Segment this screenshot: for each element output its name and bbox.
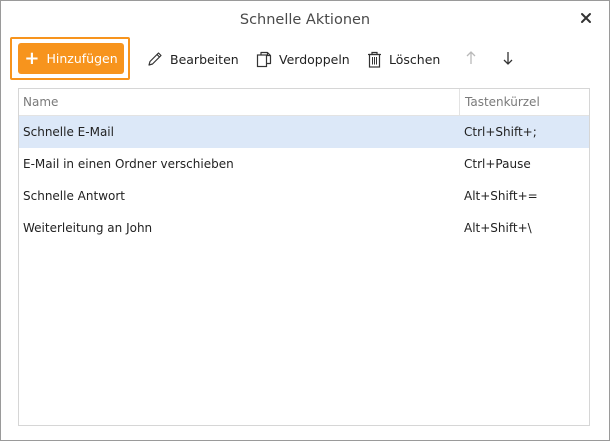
table-row[interactable]: Weiterleitung an John Alt+Shift+\ bbox=[19, 212, 589, 244]
move-up-arrow-icon[interactable] bbox=[464, 49, 478, 67]
quick-actions-dialog: Schnelle Aktionen + Hinzufügen Bearbeite… bbox=[0, 0, 610, 441]
row-shortcut: Ctrl+Pause bbox=[464, 157, 531, 171]
column-header-name[interactable]: Name bbox=[23, 89, 58, 116]
edit-button[interactable]: Bearbeiten bbox=[147, 47, 239, 71]
copy-icon bbox=[256, 51, 272, 67]
table-row[interactable]: E-Mail in einen Ordner verschieben Ctrl+… bbox=[19, 148, 589, 180]
table-header: Name Tastenkürzel bbox=[19, 89, 589, 116]
dialog-title: Schnelle Aktionen bbox=[239, 12, 371, 28]
column-header-shortcut[interactable]: Tastenkürzel bbox=[465, 89, 540, 116]
row-shortcut: Ctrl+Shift+; bbox=[464, 125, 537, 139]
table-row[interactable]: Schnelle E-Mail Ctrl+Shift+; bbox=[19, 116, 589, 148]
row-name: Weiterleitung an John bbox=[23, 221, 153, 235]
trash-icon bbox=[368, 51, 381, 68]
delete-button-label: Löschen bbox=[389, 51, 441, 67]
move-down-arrow-icon[interactable] bbox=[501, 49, 515, 67]
edit-button-label: Bearbeiten bbox=[170, 51, 239, 67]
toolbar: + Hinzufügen Bearbeiten Verdoppeln Lösch… bbox=[1, 37, 609, 81]
plus-icon: + bbox=[24, 47, 40, 69]
add-button[interactable]: + Hinzufügen bbox=[18, 43, 124, 74]
duplicate-button[interactable]: Verdoppeln bbox=[256, 47, 350, 71]
close-icon[interactable] bbox=[577, 9, 595, 27]
row-name: E-Mail in einen Ordner verschieben bbox=[23, 157, 234, 171]
column-divider[interactable] bbox=[459, 89, 460, 115]
quick-actions-table: Name Tastenkürzel Schnelle E-Mail Ctrl+S… bbox=[18, 88, 590, 426]
row-name: Schnelle Antwort bbox=[23, 189, 125, 203]
duplicate-button-label: Verdoppeln bbox=[279, 51, 350, 67]
title-bar: Schnelle Aktionen bbox=[1, 1, 609, 37]
table-row[interactable]: Schnelle Antwort Alt+Shift+= bbox=[19, 180, 589, 212]
add-button-label: Hinzufügen bbox=[46, 51, 118, 66]
row-name: Schnelle E-Mail bbox=[23, 125, 114, 139]
delete-button[interactable]: Löschen bbox=[367, 47, 440, 71]
pencil-icon bbox=[148, 52, 162, 66]
row-shortcut: Alt+Shift+= bbox=[464, 189, 538, 203]
row-shortcut: Alt+Shift+\ bbox=[464, 221, 532, 235]
